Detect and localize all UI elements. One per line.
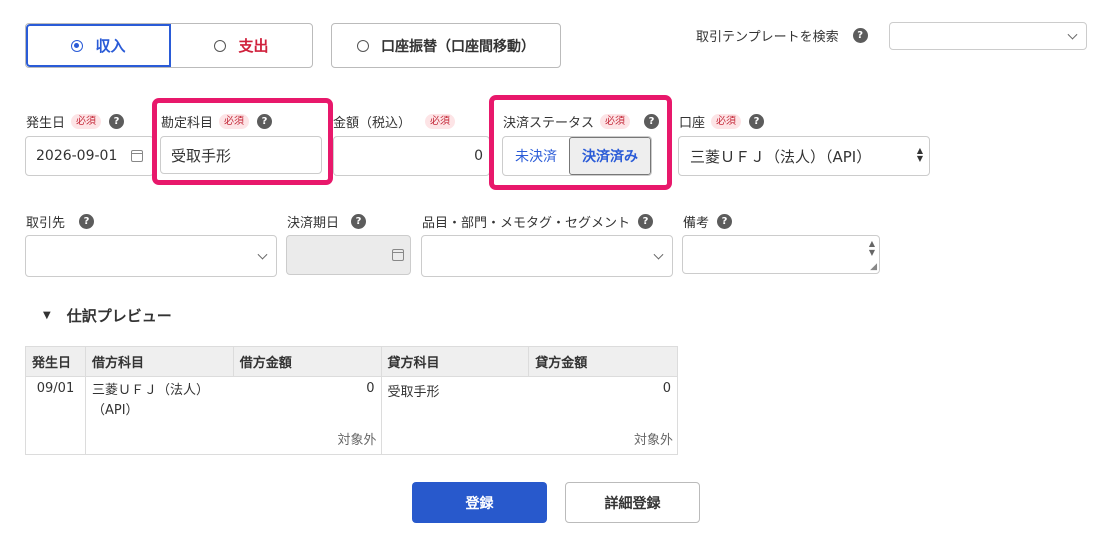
issue-date-label-text: 発生日 (26, 116, 66, 131)
transfer-option[interactable]: 口座振替（口座間移動） (331, 23, 561, 68)
preview-toggle[interactable]: ▼ 仕訳プレビュー (43, 305, 172, 326)
caret-down-icon: ▼ (43, 310, 51, 321)
row-credit-account: 受取手形 (380, 376, 529, 455)
template-search-label: 取引テンプレートを検索 ? (696, 26, 868, 45)
help-icon[interactable]: ? (852, 28, 868, 43)
row-debit-amount-cell: 0 対象外 (233, 376, 382, 455)
due-date-input (286, 235, 411, 275)
radio-icon (214, 39, 227, 52)
row-credit-tax: 対象外 (633, 433, 673, 448)
help-icon[interactable]: ? (638, 214, 654, 229)
issue-date-input[interactable]: 2026-09-01 (25, 136, 154, 176)
row-debit-account: 三菱ＵＦＪ（法人）（API） (84, 376, 234, 455)
column-header: 借方科目 (84, 346, 234, 377)
help-icon[interactable]: ? (351, 214, 367, 229)
amount-input[interactable]: 0 (333, 136, 490, 176)
row-credit-amount: 0 (662, 381, 671, 396)
tags-select[interactable] (421, 235, 673, 277)
calendar-icon[interactable] (131, 150, 143, 162)
tags-label: 品目・部門・メモタグ・セグメント ? (422, 212, 654, 231)
radio-icon (357, 39, 369, 52)
column-header: 発生日 (25, 346, 86, 377)
row-debit-amount: 0 (366, 381, 375, 396)
table-row: 09/01 三菱ＵＦＪ（法人）（API） 0 対象外 受取手形 0 対象外 (25, 376, 678, 455)
chevron-down-icon (653, 249, 664, 260)
required-badge: 必須 (425, 114, 456, 129)
row-debit-tax: 対象外 (337, 433, 377, 448)
due-date-label: 決済期日 ? (287, 212, 367, 231)
description-textarea[interactable]: ▲ ▼ ◢ (682, 235, 880, 274)
description-label: 備考 ? (683, 212, 733, 231)
template-search-select[interactable] (889, 22, 1087, 50)
transaction-type-toggle: 収入 支出 (25, 23, 313, 68)
wallet-value: 三菱ＵＦＪ（法人）（API） (690, 147, 872, 166)
highlight-account-item (152, 98, 333, 185)
expense-option[interactable]: 支出 (171, 24, 312, 67)
template-search-label-text: 取引テンプレートを検索 (696, 30, 839, 45)
calendar-icon (392, 249, 404, 261)
row-credit-amount-cell: 0 対象外 (528, 376, 678, 455)
table-header-row: 発生日 借方科目 借方金額 貸方科目 貸方金額 (25, 346, 678, 377)
partner-label: 取引先 ? (26, 212, 95, 231)
spinner-icon[interactable]: ▲ ▼ (869, 239, 875, 257)
partner-select[interactable] (25, 235, 277, 277)
help-icon[interactable]: ? (79, 214, 95, 229)
detail-register-button[interactable]: 詳細登録 (565, 482, 700, 523)
income-label: 収入 (95, 37, 126, 55)
wallet-select[interactable]: 三菱ＵＦＪ（法人）（API） ▲ ▼ (678, 136, 930, 176)
chevron-down-icon (257, 249, 268, 260)
wallet-label-text: 口座 (679, 116, 706, 131)
column-header: 貸方科目 (380, 346, 530, 377)
help-icon[interactable]: ? (717, 214, 733, 229)
help-icon[interactable]: ? (749, 114, 765, 129)
issue-date-value: 2026-09-01 (36, 148, 118, 164)
amount-value: 0 (474, 148, 483, 164)
description-label-text: 備考 (683, 216, 710, 231)
register-button[interactable]: 登録 (412, 482, 547, 523)
expense-label: 支出 (238, 37, 269, 55)
amount-label: 金額（税込） 必須 (333, 112, 456, 131)
column-header: 借方金額 (232, 346, 382, 377)
radio-selected-icon (71, 39, 84, 52)
required-badge: 必須 (711, 114, 742, 129)
resize-handle-icon[interactable]: ◢ (870, 262, 877, 272)
preview-title: 仕訳プレビュー (66, 307, 172, 325)
issue-date-label: 発生日 必須 ? (26, 112, 125, 131)
column-header: 貸方金額 (528, 346, 678, 377)
required-badge: 必須 (71, 114, 102, 129)
chevron-down-icon (1067, 29, 1078, 40)
tags-label-text: 品目・部門・メモタグ・セグメント (422, 216, 631, 231)
amount-label-text: 金額（税込） (333, 116, 412, 131)
journal-preview-table: 発生日 借方科目 借方金額 貸方科目 貸方金額 09/01 三菱ＵＦＪ（法人）（… (25, 346, 678, 455)
wallet-label: 口座 必須 ? (679, 112, 765, 131)
due-date-label-text: 決済期日 (287, 216, 340, 231)
transfer-label: 口座振替（口座間移動） (381, 38, 535, 55)
highlight-settlement-status (489, 95, 672, 190)
row-date: 09/01 (25, 376, 86, 455)
partner-label-text: 取引先 (26, 216, 66, 231)
income-option[interactable]: 収入 (26, 24, 171, 67)
help-icon[interactable]: ? (109, 114, 125, 129)
select-arrows-icon: ▲ ▼ (916, 146, 923, 163)
